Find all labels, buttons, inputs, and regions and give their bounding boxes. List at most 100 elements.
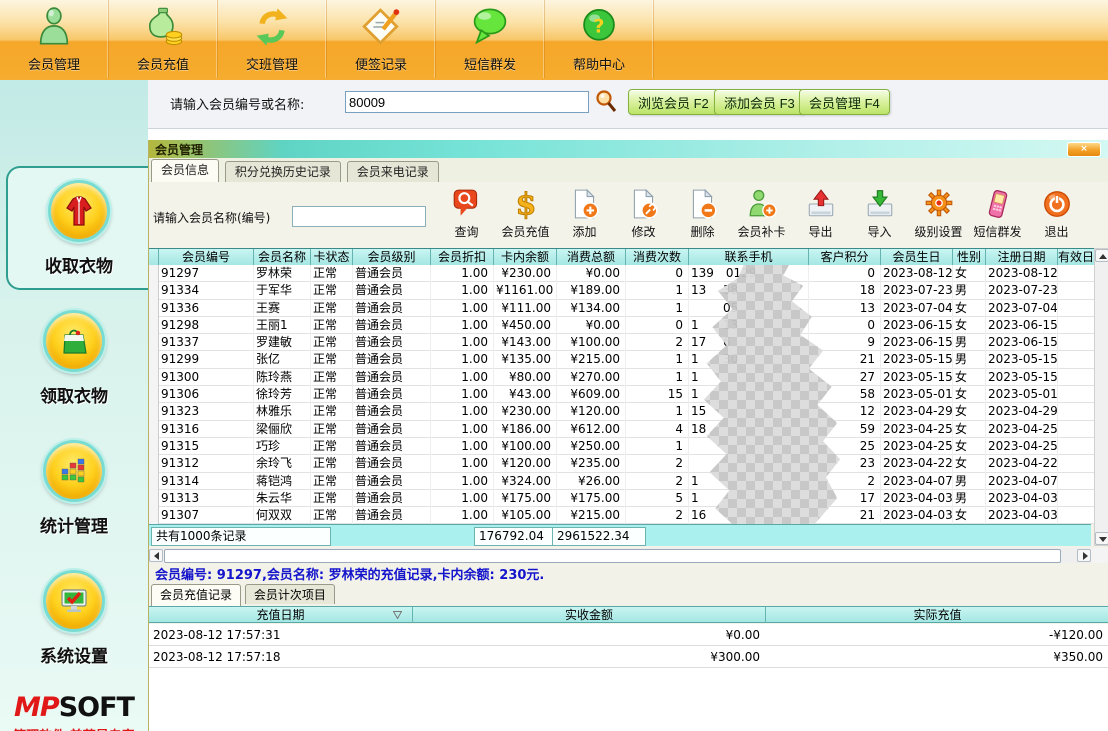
member-row[interactable]: 91316梁俪欣正常普通会员1.00¥186.00¥612.0041859202… <box>149 421 1094 438</box>
member-row[interactable]: 91312余玲飞正常普通会员1.00¥120.00¥235.002232023-… <box>149 455 1094 472</box>
cell-phone <box>689 438 809 455</box>
sidebar-item-receive-clothes[interactable]: 收取衣物 <box>6 166 150 290</box>
add-member-button[interactable]: 添加会员 F3 <box>714 89 805 115</box>
column-header-birthday[interactable]: 会员生日 <box>881 249 953 265</box>
cell-total: ¥270.00 <box>557 369 626 386</box>
column-header-phone[interactable]: 联系手机 <box>689 249 809 265</box>
member-manage-button[interactable]: 会员管理 F4 <box>799 89 890 115</box>
sidebar-item-statistics[interactable]: 统计管理 <box>0 428 148 548</box>
column-header-discount[interactable]: 会员折扣 <box>431 249 494 265</box>
toolbar-item-label: 帮助中心 <box>573 54 625 73</box>
scroll-up-button[interactable] <box>1095 249 1108 262</box>
member-row[interactable]: 91334于军华正常普通会员1.00¥1161.00¥189.001133818… <box>149 282 1094 299</box>
cell-phone: 176 <box>689 334 809 351</box>
member-name-filter-input[interactable] <box>292 206 426 227</box>
cell-reg_date: 2023-05-01 <box>986 386 1058 403</box>
doc-add-icon <box>570 184 600 220</box>
cell-birthday: 2023-04-25 <box>881 438 953 455</box>
horizontal-scroll-thumb[interactable] <box>164 549 1061 563</box>
cell-name: 何双双 <box>254 507 311 524</box>
scroll-right-button[interactable] <box>1077 549 1091 562</box>
sort-icon <box>393 611 402 619</box>
column-header-status[interactable]: 卡状态 <box>311 249 353 265</box>
main-area: 请输入会员编号或名称: 浏览会员 F2 添加会员 F3 会员管理 F4 会员管理… <box>148 80 1108 731</box>
toolbar-item-shift-manage[interactable]: 交班管理 <box>218 0 327 78</box>
tab-count-items[interactable]: 会员计次项目 <box>245 584 335 604</box>
close-icon[interactable]: × <box>1067 142 1101 157</box>
sidebar-item-system-settings[interactable]: 系统设置 <box>0 558 148 678</box>
column-header-name[interactable]: 会员名称 <box>254 249 311 265</box>
member-row[interactable]: 91300陈玲燕正常普通会员1.00¥80.00¥270.0011272023-… <box>149 369 1094 386</box>
level-settings-button[interactable]: 级别设置 <box>909 184 968 246</box>
toolbar-item-member-manage[interactable]: 会员管理 <box>0 0 109 78</box>
member-row[interactable]: 91297罗林荣正常普通会员1.00¥230.00¥0.000139012902… <box>149 265 1094 282</box>
cell-birthday: 2023-07-23 <box>881 282 953 299</box>
search-magnifier-icon[interactable] <box>593 88 619 114</box>
import-button[interactable]: 导入 <box>850 184 909 246</box>
tab-points-history[interactable]: 积分兑换历史记录 <box>225 161 341 182</box>
cell-reg_date: 2023-07-04 <box>986 300 1058 317</box>
sidebar-item-label: 收取衣物 <box>45 252 113 277</box>
column-header-received-amount[interactable]: 实收金额 <box>413 607 766 623</box>
member-row[interactable]: 91299张亿正常普通会员1.00¥135.00¥215.00113021202… <box>149 351 1094 368</box>
scroll-left-button[interactable] <box>149 549 163 562</box>
sms-group-button[interactable]: 短信群发 <box>968 184 1027 246</box>
cell-sel <box>149 386 159 403</box>
export-button[interactable]: 导出 <box>791 184 850 246</box>
dollar-icon: $ <box>511 184 541 220</box>
toolbar-item-label: 会员管理 <box>28 54 80 73</box>
member-row[interactable]: 91307何双双正常普通会员1.00¥105.00¥215.0021621202… <box>149 507 1094 524</box>
toolbar-item-member-recharge[interactable]: 会员充值 <box>109 0 218 78</box>
cell-balance: ¥186.00 <box>494 421 557 438</box>
browse-member-button[interactable]: 浏览会员 F2 <box>628 89 719 115</box>
vertical-scrollbar[interactable] <box>1094 248 1108 546</box>
member-row[interactable]: 91298王丽1正常普通会员1.00¥450.00¥0.00011302023-… <box>149 317 1094 334</box>
member-row[interactable]: 91323林雅乐正常普通会员1.00¥230.00¥120.0011512202… <box>149 403 1094 420</box>
column-header-gender[interactable]: 性别 <box>953 249 986 265</box>
delete-button[interactable]: 删除 <box>673 184 732 246</box>
member-row[interactable]: 91314蒋铠鸿正常普通会员1.00¥324.00¥26.002122023-0… <box>149 473 1094 490</box>
member-row[interactable]: 91337罗建敏正常普通会员1.00¥143.00¥100.0021769202… <box>149 334 1094 351</box>
column-header-level[interactable]: 会员级别 <box>353 249 431 265</box>
sidebar-item-pickup-clothes[interactable]: 领取衣物 <box>0 298 148 418</box>
recharge-row[interactable]: 2023-08-12 17:57:31¥0.00-¥120.00 <box>149 624 1108 646</box>
cell-valid_date <box>1058 403 1094 420</box>
receive-clothes-icon <box>48 180 110 242</box>
column-header-balance[interactable]: 卡内余额 <box>494 249 557 265</box>
recharge-row[interactable]: 2023-08-12 17:57:18¥300.00¥350.00 <box>149 646 1108 668</box>
cell-valid_date <box>1058 265 1094 282</box>
column-header-actual-recharge[interactable]: 实际充值 <box>766 607 1108 623</box>
toolbar-item-memo[interactable]: 便签记录 <box>327 0 436 78</box>
cell-recharged: -¥120.00 <box>766 624 1108 646</box>
column-header-id[interactable]: 会员编号 <box>159 249 254 265</box>
scroll-down-button[interactable] <box>1095 532 1108 545</box>
column-header-reg_date[interactable]: 注册日期 <box>986 249 1058 265</box>
tab-member-info[interactable]: 会员信息 <box>151 159 219 182</box>
edit-button[interactable]: 修改 <box>614 184 673 246</box>
reissue-card-button[interactable]: 会员补卡 <box>732 184 791 246</box>
recharge-button[interactable]: $ 会员充值 <box>496 184 555 246</box>
column-header-valid_date[interactable]: 有效日期 <box>1058 249 1098 265</box>
column-header-times[interactable]: 消费次数 <box>626 249 689 265</box>
query-button[interactable]: 查询 <box>437 184 496 246</box>
cell-name: 巧珍 <box>254 438 311 455</box>
column-header-recharge-date[interactable]: 充值日期 <box>149 607 413 623</box>
cell-level: 普通会员 <box>353 282 431 299</box>
member-row[interactable]: 91306徐玲芳正常普通会员1.00¥43.00¥609.00151582023… <box>149 386 1094 403</box>
toolbar-item-help[interactable]: ? 帮助中心 <box>545 0 654 78</box>
add-button[interactable]: 添加 <box>555 184 614 246</box>
search-input[interactable] <box>345 91 589 113</box>
column-header-total[interactable]: 消费总额 <box>557 249 626 265</box>
exit-button[interactable]: 退出 <box>1027 184 1086 246</box>
member-row[interactable]: 91336王赛正常普通会员1.00¥111.00¥134.00105132023… <box>149 300 1094 317</box>
horizontal-scrollbar[interactable] <box>149 548 1091 563</box>
tab-call-records[interactable]: 会员来电记录 <box>347 161 439 182</box>
toolbar-item-sms[interactable]: 短信群发 <box>436 0 545 78</box>
member-row[interactable]: 91315巧珍正常普通会员1.00¥100.00¥250.001252023-0… <box>149 438 1094 455</box>
column-header-points[interactable]: 客户积分 <box>809 249 881 265</box>
cell-status: 正常 <box>311 455 353 472</box>
row-selector-header[interactable] <box>149 249 159 265</box>
cell-phone: 15 <box>689 403 809 420</box>
tab-recharge-records[interactable]: 会员充值记录 <box>151 584 241 606</box>
member-row[interactable]: 91313朱云华正常普通会员1.00¥175.00¥175.0051172023… <box>149 490 1094 507</box>
